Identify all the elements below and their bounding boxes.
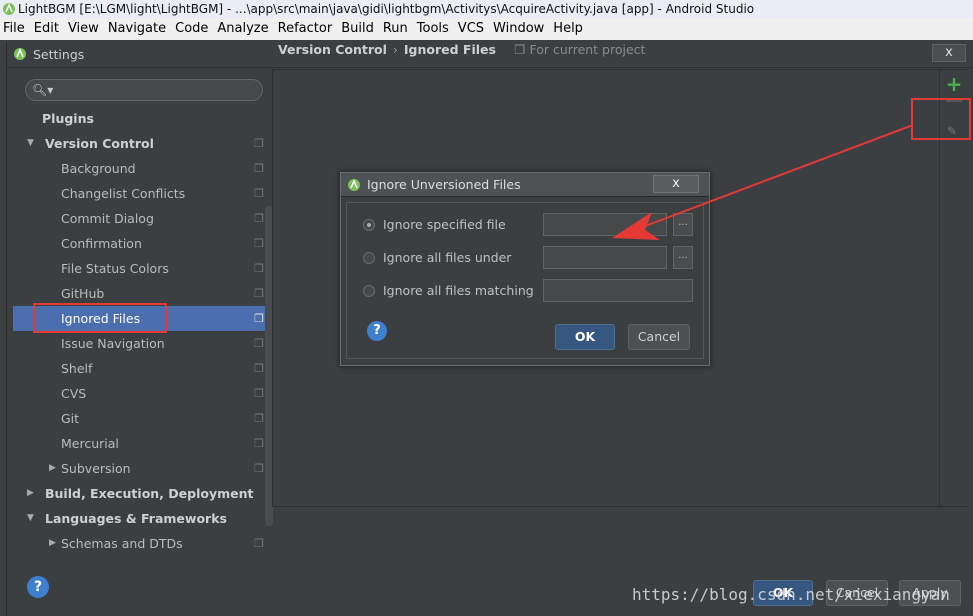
watermark: https://blog.csdn.net/xiexiangyan (632, 585, 950, 604)
annotation-arrow-line (639, 124, 914, 229)
annotation-arrow (612, 124, 914, 240)
annotation-arrow-head (612, 212, 660, 240)
settings-help-button[interactable]: ? (27, 576, 49, 598)
